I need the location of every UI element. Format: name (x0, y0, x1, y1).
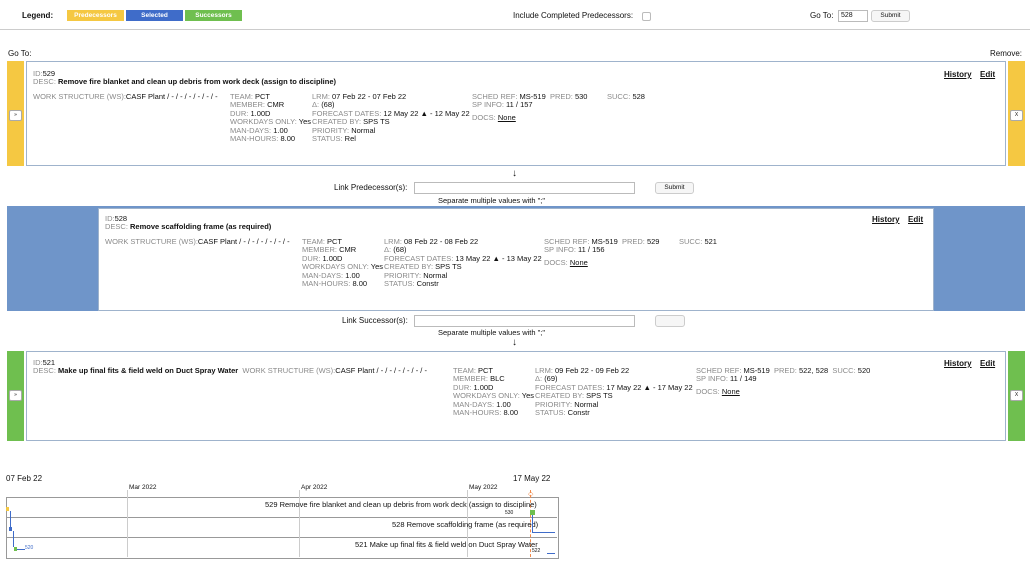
gantt-link (547, 553, 555, 554)
history-link[interactable]: History (872, 215, 900, 224)
successor-card: ID:521 DESC: Make up final fits & field … (26, 351, 1006, 441)
dates-block: LRM: 08 Feb 22 - 08 Feb 22 Δ: (68) FOREC… (384, 237, 542, 289)
gantt-row-divider (6, 537, 557, 538)
gantt-marker-522: 522 (532, 548, 541, 554)
gantt-link (17, 549, 25, 550)
task-desc: Remove scaffolding frame (as required) (130, 222, 272, 231)
link-succ-hint: Separate multiple values with ";" (438, 328, 546, 337)
goto-left-label: Go To: (8, 49, 32, 58)
include-completed-label: Include Completed Predecessors: (513, 11, 634, 20)
pred-remove-button[interactable]: X (1010, 110, 1023, 121)
today-marker-icon: ◇ (528, 491, 534, 498)
gantt-bar-529 (6, 507, 9, 511)
gantt-month-mar: Mar 2022 (129, 484, 157, 491)
edit-link[interactable]: Edit (908, 215, 923, 224)
gantt-month-may: May 2022 (469, 484, 498, 491)
docs-link[interactable]: None (570, 258, 588, 267)
gantt-link (10, 511, 11, 527)
legend-successors: Successors (185, 10, 242, 21)
dates-block: LRM: 07 Feb 22 - 07 Feb 22 Δ: (68) FOREC… (312, 92, 470, 144)
link-pred-submit-button[interactable]: Submit (655, 182, 694, 194)
predecessor-card: ID:529 DESC: Remove fire blanket and cle… (26, 61, 1006, 166)
gantt-end-date: 17 May 22 (513, 474, 551, 483)
edit-link[interactable]: Edit (980, 359, 995, 368)
link-succ-label: Link Successor(s): (342, 316, 408, 325)
gantt-link (13, 531, 14, 547)
link-succ-submit-button[interactable] (655, 315, 685, 327)
pred-expand-button[interactable]: » (9, 110, 22, 121)
team-block: TEAM: PCT MEMBER: CMR DUR: 1.00D WORKDAY… (302, 237, 384, 289)
legend-selected: Selected (126, 10, 183, 21)
team-block: TEAM: PCT MEMBER: CMR DUR: 1.00D WORKDAY… (230, 92, 312, 144)
history-link[interactable]: History (944, 359, 972, 368)
gantt-marker-520: 520 (25, 545, 34, 551)
succ-remove-button[interactable]: X (1010, 390, 1023, 401)
link-pred-input[interactable] (414, 182, 635, 194)
dates-block: LRM: 09 Feb 22 - 09 Feb 22 Δ: (69) FOREC… (535, 366, 693, 418)
goto-input[interactable]: 528 (838, 10, 868, 22)
gantt-month-apr: Apr 2022 (301, 484, 328, 491)
team-block: TEAM: PCT MEMBER: BLC DUR: 1.00D WORKDAY… (453, 366, 535, 418)
docs-link[interactable]: None (722, 387, 740, 396)
gantt-row-divider (6, 517, 557, 518)
gantt-row-label: 529 Remove fire blanket and clean up deb… (265, 500, 537, 509)
ref-block: SCHED REF: MS-519 PRED: 529 SP INFO: 11 … (544, 237, 660, 267)
goto-label: Go To: (810, 11, 834, 20)
task-desc: Make up final fits & field weld on Duct … (58, 366, 239, 375)
legend-predecessors: Predecessors (67, 10, 124, 21)
remove-label: Remove: (990, 49, 1023, 58)
edit-link[interactable]: Edit (980, 70, 995, 79)
selected-card: ID:528 DESC: Remove scaffolding frame (a… (98, 208, 934, 311)
gantt-row-label: 528 Remove scaffolding frame (as require… (392, 520, 539, 529)
ref-block: SCHED REF: MS-519 PRED: 522, 528 SUCC: 5… (696, 366, 871, 396)
gantt-link (532, 515, 533, 533)
gantt-bar-528 (9, 527, 12, 531)
gantt-gridline (127, 490, 128, 557)
succ-expand-button[interactable]: » (9, 390, 22, 401)
gantt-marker-530: 530 (505, 510, 514, 516)
legend-label: Legend: (22, 11, 54, 20)
arrow-down-icon: ↓ (512, 168, 517, 179)
gantt-start-date: 07 Feb 22 (6, 474, 43, 483)
link-pred-hint: Separate multiple values with ";" (438, 196, 546, 205)
goto-submit-button[interactable]: Submit (871, 10, 910, 22)
docs-link[interactable]: None (498, 113, 516, 122)
gantt-link (533, 532, 555, 533)
ref-block: SCHED REF: MS-519 PRED: 530 SP INFO: 11 … (472, 92, 588, 122)
arrow-down-icon: ↓ (512, 337, 517, 348)
include-completed-checkbox[interactable] (642, 11, 651, 21)
task-desc: Remove fire blanket and clean up debris … (58, 77, 337, 86)
history-link[interactable]: History (944, 70, 972, 79)
gantt-row-label: 521 Make up final fits & field weld on D… (355, 540, 538, 549)
link-pred-label: Link Predecessor(s): (334, 183, 408, 192)
link-succ-input[interactable] (414, 315, 635, 327)
